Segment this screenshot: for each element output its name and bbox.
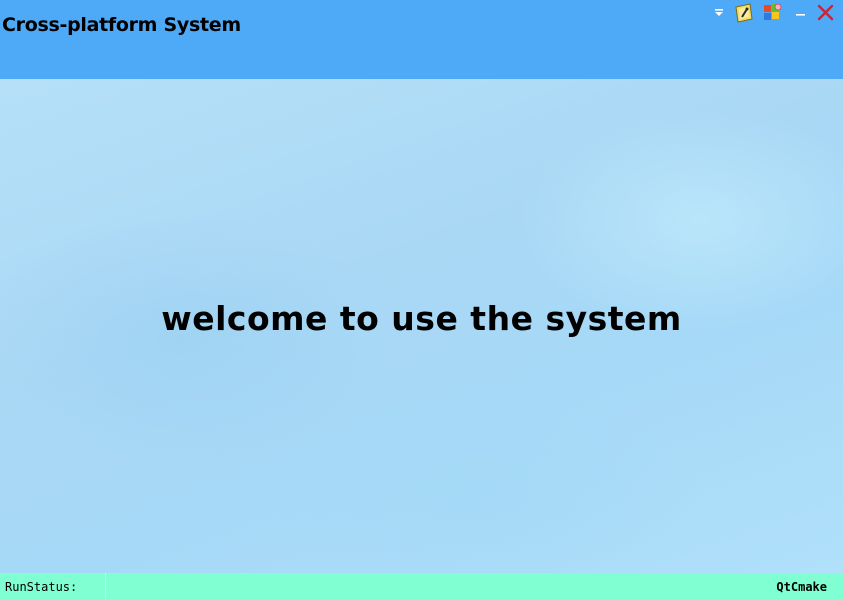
menu-dropdown-button[interactable] [709, 2, 729, 24]
logo-button[interactable] [761, 2, 782, 24]
minimize-button[interactable] [791, 2, 811, 24]
menu-dropdown-icon [715, 9, 723, 16]
status-bar: RunStatus: QtCmake [0, 573, 843, 599]
close-button[interactable] [815, 2, 835, 24]
app-logo-icon [764, 3, 782, 20]
run-status-label: RunStatus: [5, 580, 78, 594]
minimize-icon [796, 14, 805, 16]
skin-icon [735, 3, 753, 23]
window-title: Cross-platform System [2, 14, 241, 36]
welcome-message: welcome to use the system [161, 299, 682, 338]
status-section-run: RunStatus: [0, 573, 106, 599]
skin-button[interactable] [733, 2, 753, 24]
title-bar[interactable]: Cross-platform System [0, 0, 843, 79]
status-right-label: QtCmake [776, 580, 827, 594]
window-controls [709, 2, 839, 24]
main-content-area: welcome to use the system [0, 79, 843, 573]
close-icon [817, 4, 834, 21]
